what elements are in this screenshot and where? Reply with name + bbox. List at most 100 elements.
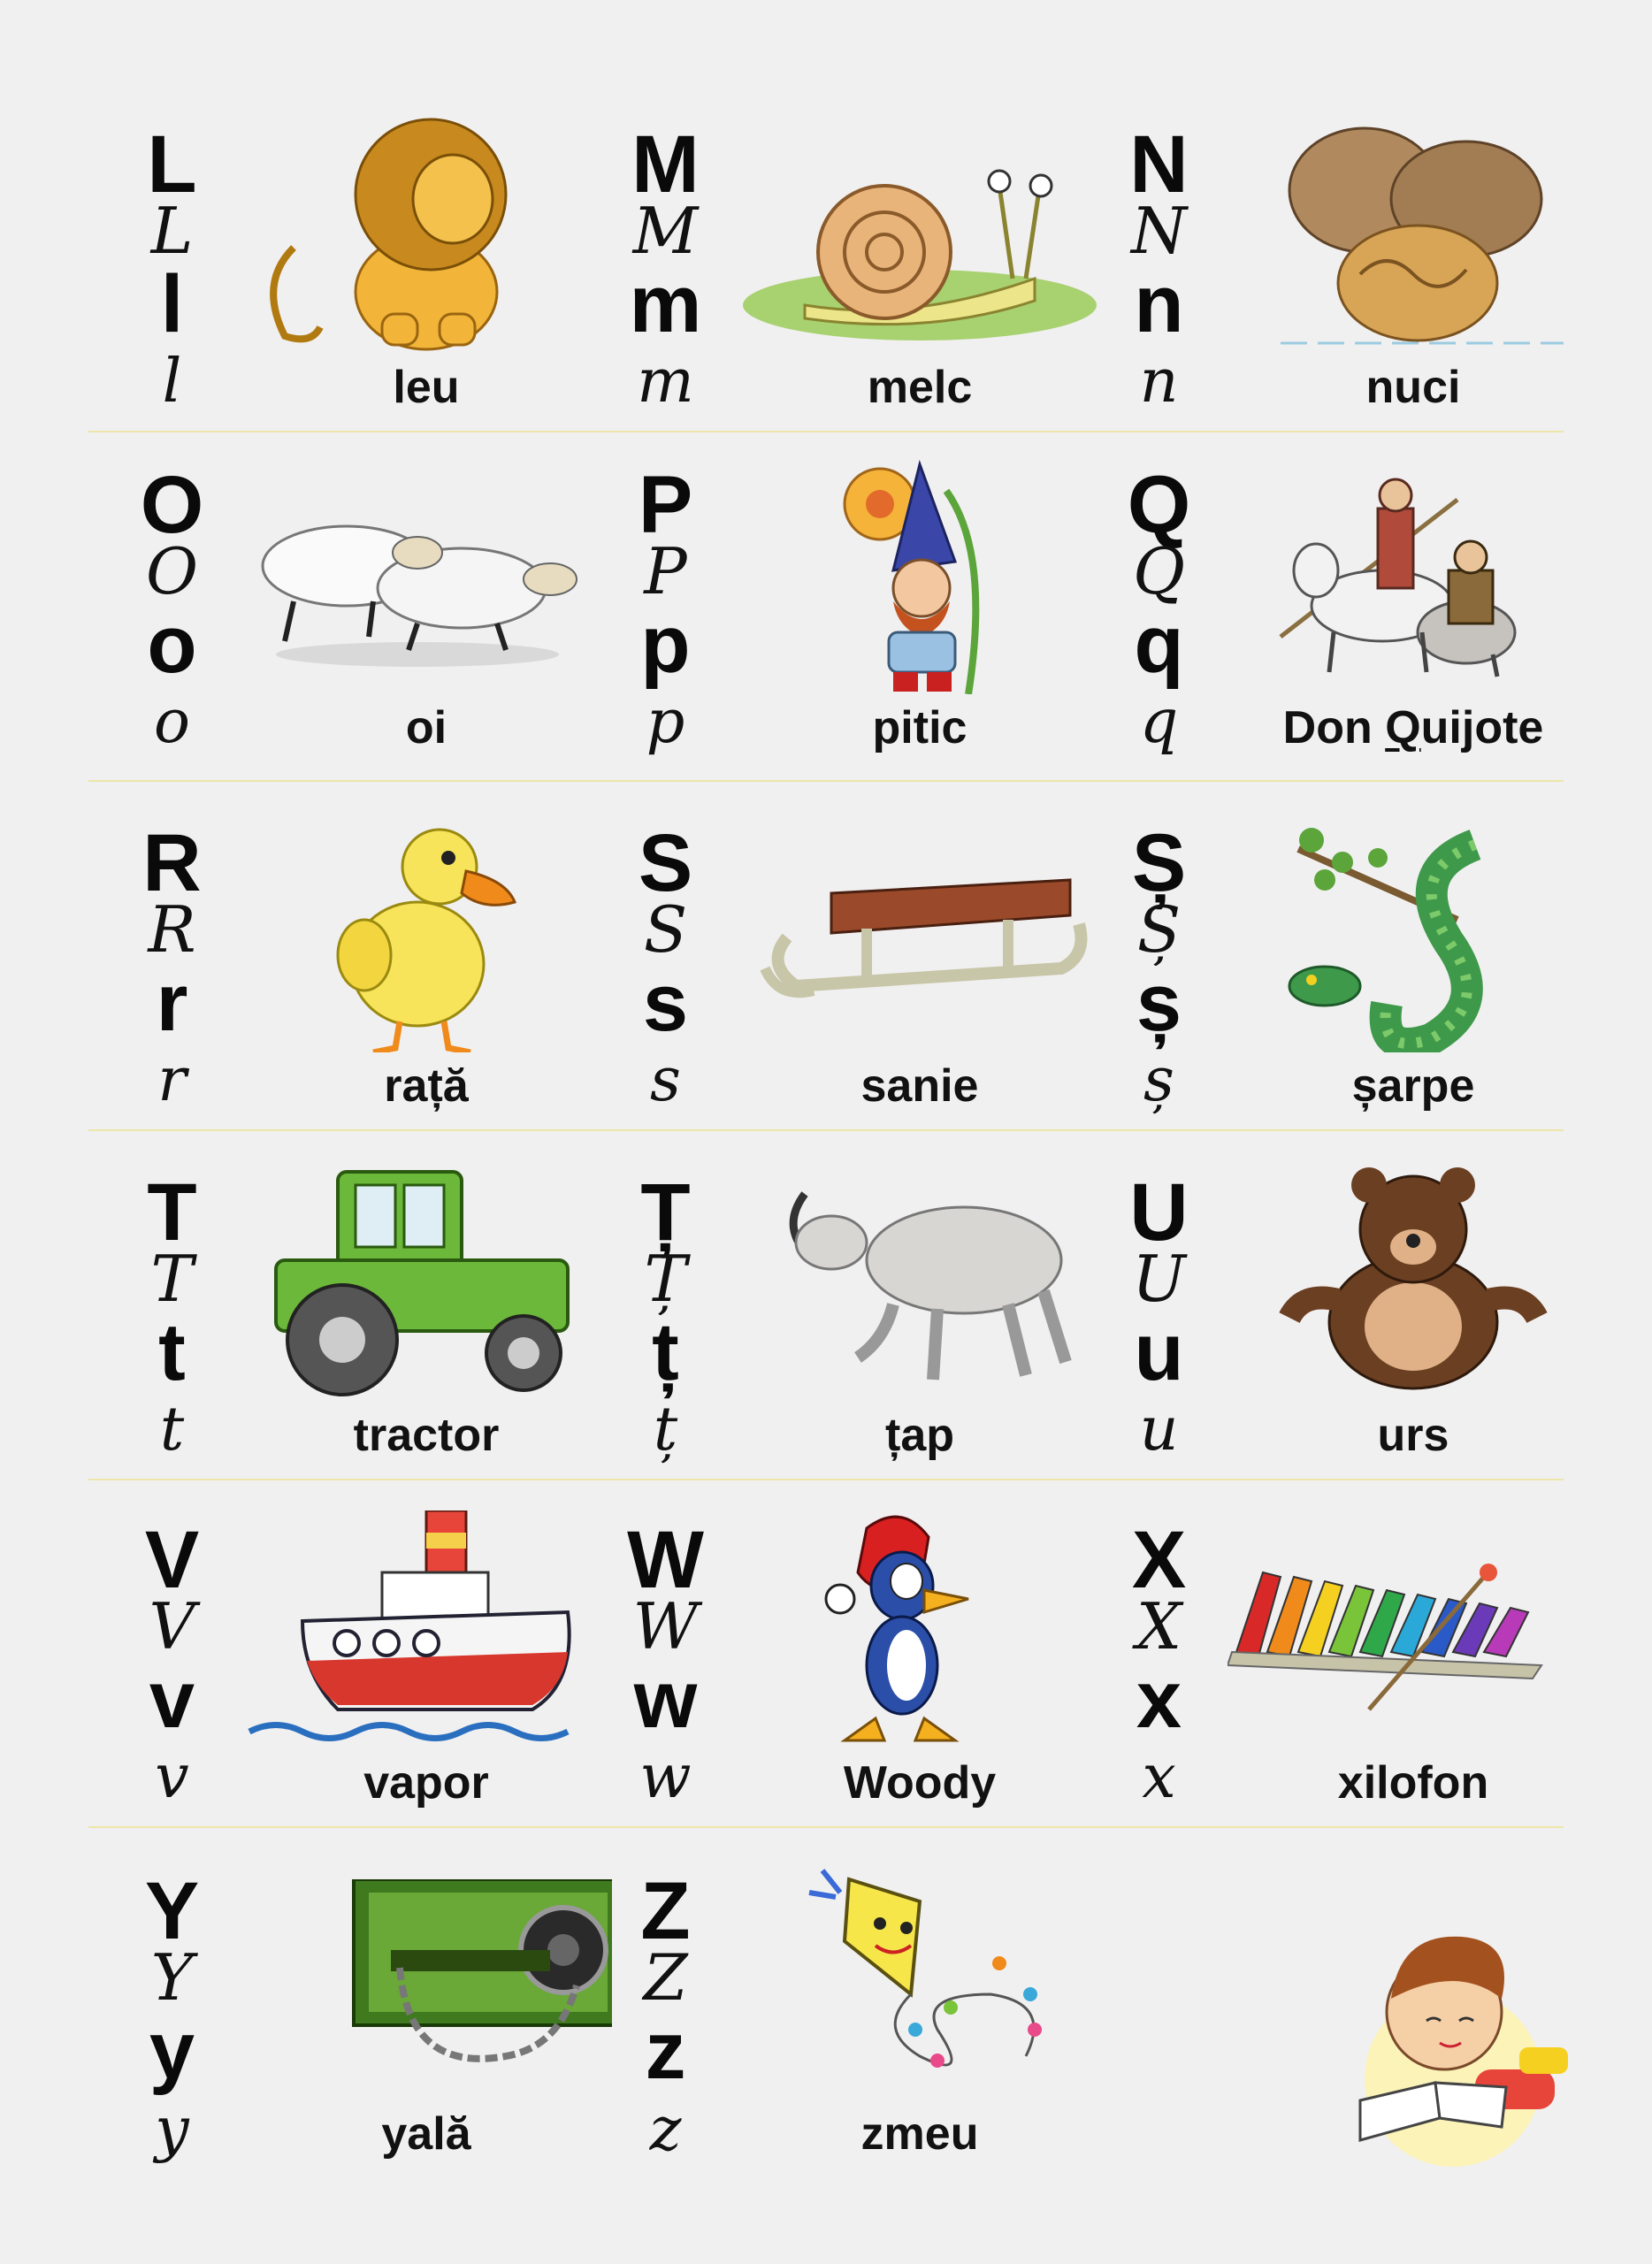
letter-lower: o: [147, 600, 197, 690]
sled-icon: [734, 858, 1105, 1017]
kite-icon: [734, 1862, 1105, 2105]
letter-forms: N N n n: [1104, 115, 1214, 420]
gnome-icon: [734, 455, 1105, 694]
row-divider: [88, 780, 1564, 782]
letter-forms: Q Q q q: [1104, 455, 1214, 761]
row-divider: [88, 1129, 1564, 1131]
letter-upper-cursive: L: [150, 194, 194, 268]
letter-forms: Y Y y y: [117, 1862, 227, 2176]
snail-icon: [734, 155, 1105, 358]
letter-upper-cursive: V: [149, 1589, 195, 1664]
letter-upper-cursive: Ș: [1136, 892, 1182, 967]
letter-card-l: L L l l leu: [117, 115, 612, 420]
letter-forms: W W w w: [610, 1511, 721, 1816]
door-lock-icon: [241, 1879, 612, 2100]
word-label: tractor: [353, 1410, 500, 1461]
letter-forms: V V v v: [117, 1511, 227, 1816]
letter-card-w: W W w w Woody: [610, 1511, 1105, 1816]
letter-lower: l: [160, 259, 184, 349]
letter-lower-cursive: l: [162, 347, 182, 417]
xylophone-icon: [1228, 1564, 1599, 1714]
row-divider: [88, 1479, 1564, 1480]
word-label: zmeu: [860, 2108, 979, 2160]
row-divider: [88, 431, 1564, 432]
word-label: Woody: [843, 1757, 997, 1809]
letter-upper-cursive: Y: [150, 1940, 194, 2015]
letter-lower-cursive: m: [637, 347, 694, 417]
letter-upper-cursive: W: [632, 1589, 699, 1664]
word-label-part: Don: [1282, 702, 1386, 753]
reading-boy-card: [1104, 1862, 1599, 2176]
letter-upper-cursive: S: [643, 892, 688, 967]
letter-lower-cursive: w: [639, 1742, 692, 1812]
alphabet-row-r-sh: R R r r rață S S s s sanie Ș Ș ș ș șarpe: [0, 814, 1652, 1119]
tractor-icon: [241, 1163, 612, 1402]
goat-icon: [734, 1163, 1105, 1397]
letter-upper-cursive: X: [1136, 1589, 1182, 1664]
letter-lower-cursive: v: [155, 1742, 189, 1812]
letter-lower: m: [629, 259, 702, 349]
letter-card-n: N N n n nuci: [1104, 115, 1599, 420]
letter-lower: ș: [1136, 958, 1182, 1048]
letter-upper-cursive: P: [644, 534, 687, 608]
letter-lower: x: [1136, 1655, 1182, 1745]
don-quijote-icon: [1228, 455, 1599, 690]
letter-lower-cursive: r: [157, 1045, 187, 1115]
letter-card-o: O O o o oi: [117, 455, 612, 761]
letter-lower: y: [149, 2006, 195, 2096]
letter-upper-cursive: T: [150, 1242, 194, 1316]
letter-lower-cursive: p: [646, 687, 685, 757]
letter-forms: P P p p: [610, 455, 721, 761]
letter-forms: Ț Ț ț ț: [610, 1163, 721, 1468]
letter-lower: p: [640, 600, 691, 690]
letter-card-sh: Ș Ș ș ș șarpe: [1104, 814, 1599, 1119]
letter-upper-cursive: N: [1131, 194, 1187, 268]
alphabet-chart: L L l l leu M M m m melc N N n n nuci O …: [0, 0, 1652, 2264]
letter-lower: t: [158, 1307, 186, 1397]
letter-card-r: R R r r rață: [117, 814, 612, 1119]
letter-lower-cursive: ș: [1143, 1045, 1174, 1115]
word-label: melc: [867, 362, 973, 413]
snake-icon: [1228, 814, 1599, 1052]
letter-lower: w: [633, 1655, 698, 1745]
duck-icon: [241, 814, 612, 1052]
letter-lower-cursive: z: [649, 2095, 682, 2165]
letter-forms: U U u u: [1104, 1163, 1214, 1468]
letter-lower-cursive: t: [159, 1395, 185, 1465]
word-label: oi: [405, 702, 447, 753]
letter-card-tz: Ț Ț ț ț țap: [610, 1163, 1105, 1468]
letter-lower-cursive: q: [1139, 687, 1179, 757]
letter-lower: v: [149, 1655, 195, 1745]
letter-upper-cursive: O: [145, 534, 199, 608]
letter-forms: M M m m: [610, 115, 721, 420]
letter-lower: u: [1134, 1307, 1184, 1397]
letter-lower: q: [1134, 600, 1184, 690]
word-label: yală: [381, 2108, 471, 2160]
letter-forms: Z Z z z: [610, 1862, 721, 2176]
letter-upper-cursive: R: [148, 892, 196, 967]
letter-upper-cursive: M: [632, 194, 699, 268]
letter-card-m: M M m m melc: [610, 115, 1105, 420]
letter-lower-cursive: n: [1139, 347, 1179, 417]
letter-upper-cursive: U: [1132, 1242, 1186, 1316]
letter-upper-cursive: Z: [643, 1940, 688, 2015]
word-label-part: uijote: [1420, 702, 1544, 753]
lion-icon: [241, 115, 612, 358]
word-label: vapor: [363, 1757, 489, 1809]
alphabet-row-t-u: T T t t tractor Ț Ț ț ț țap U U u u urs: [0, 1163, 1652, 1468]
word-label: xilofon: [1337, 1757, 1489, 1809]
word-label: Don Quijote: [1228, 705, 1599, 751]
letter-lower-cursive: s: [650, 1045, 681, 1115]
word-label: sanie: [860, 1060, 979, 1112]
letter-forms: T T t t: [117, 1163, 227, 1468]
alphabet-row-v-x: V V v v vapor W W w w Woody X X x x xilo…: [0, 1511, 1652, 1816]
letter-card-q: Q Q q q Don Quijote: [1104, 455, 1599, 761]
letter-card-u: U U u u urs: [1104, 1163, 1599, 1468]
word-label: nuci: [1365, 362, 1461, 413]
letter-lower: r: [156, 958, 188, 1048]
woodpecker-icon: [734, 1511, 1105, 1754]
word-label: rață: [384, 1060, 469, 1112]
letter-forms: S S s s: [610, 814, 721, 1119]
letter-forms: L L l l: [117, 115, 227, 420]
word-label: urs: [1377, 1410, 1449, 1461]
